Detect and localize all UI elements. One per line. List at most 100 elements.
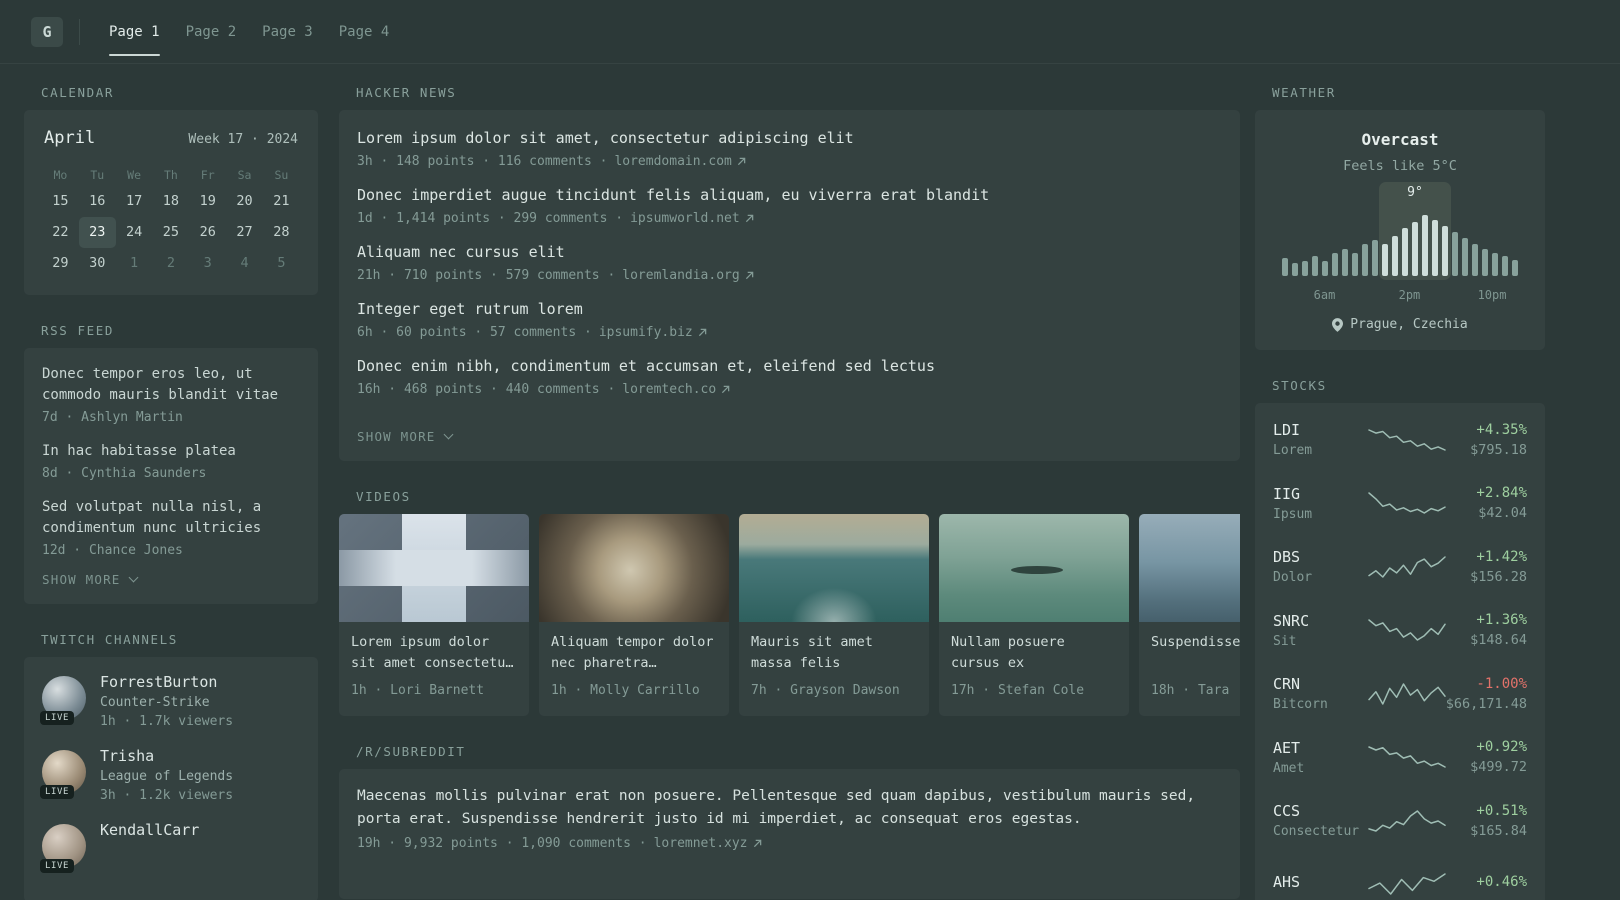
twitch-channel[interactable]: LIVE Trisha League of Legends 3h · 1.2k … bbox=[40, 747, 300, 803]
video-thumbnail[interactable] bbox=[539, 514, 729, 622]
avatar[interactable]: LIVE bbox=[40, 824, 86, 873]
hn-show-more-button[interactable]: SHOW MORE bbox=[357, 429, 453, 444]
video-meta: 1h · Molly Carrillo bbox=[551, 683, 700, 698]
hn-story-domain-link[interactable]: ipsumworld.net bbox=[630, 211, 754, 226]
stock-change: +2.84% bbox=[1476, 485, 1527, 502]
hn-story-meta: 16h · 468 points · 440 comments · loremt… bbox=[357, 382, 1222, 397]
video-card[interactable]: Suspendisse diam 18h · Tara bbox=[1139, 514, 1240, 716]
app-logo[interactable]: G bbox=[31, 16, 63, 47]
channel-name[interactable]: KendallCarr bbox=[100, 821, 199, 839]
stocks-section: STOCKS LDI Lorem +4.35% $795.18 IIG Ipsu… bbox=[1255, 378, 1545, 900]
stock-ticker: SNRC bbox=[1273, 611, 1310, 630]
stocks-section-title: STOCKS bbox=[1272, 378, 1327, 393]
hn-story-domain-link[interactable]: loremdomain.com bbox=[614, 154, 746, 169]
channel-viewers: 3h · 1.2k viewers bbox=[100, 788, 234, 803]
stock-row: AHS +0.46% bbox=[1273, 853, 1527, 900]
tab-page-2[interactable]: Page 2 bbox=[173, 0, 250, 63]
stock-change: -1.00% bbox=[1476, 675, 1527, 692]
stock-ticker: LDI bbox=[1273, 421, 1301, 440]
day-header: Mo bbox=[53, 168, 68, 182]
hn-story-title[interactable]: Integer eget rutrum lorem bbox=[357, 299, 1222, 320]
show-more-label: SHOW MORE bbox=[42, 572, 121, 587]
weather-time-axis: 6am 2pm 10pm bbox=[1282, 288, 1518, 303]
channel-game[interactable]: Counter-Strike bbox=[100, 695, 233, 710]
hn-story-title[interactable]: Donec imperdiet augue tincidunt felis al… bbox=[357, 185, 1222, 206]
channel-name[interactable]: ForrestBurton bbox=[100, 673, 233, 691]
rss-show-more-button[interactable]: SHOW MORE bbox=[42, 572, 138, 587]
channel-name[interactable]: Trisha bbox=[100, 747, 233, 765]
rss-item-title[interactable]: In hac habitasse platea bbox=[42, 441, 300, 462]
calendar-day: 19 bbox=[199, 193, 216, 209]
domain-text: ipsumworld.net bbox=[630, 211, 740, 226]
video-thumbnail[interactable] bbox=[1139, 514, 1240, 622]
video-thumbnail[interactable] bbox=[939, 514, 1129, 622]
stock-row: CCS Consectetur +0.51% $165.84 bbox=[1273, 789, 1527, 853]
video-card[interactable]: Mauris sit amet massa felis 7h · Grayson… bbox=[739, 514, 929, 716]
video-title[interactable]: Lorem ipsum dolor sit amet consectetu… bbox=[351, 632, 517, 674]
hn-story-domain-link[interactable]: loremtech.co bbox=[622, 382, 730, 397]
video-meta: 17h · Stefan Cole bbox=[951, 683, 1085, 698]
stock-ticker: CCS bbox=[1273, 802, 1301, 821]
hn-story-domain-link[interactable]: ipsumify.biz bbox=[599, 325, 707, 340]
video-meta: 1h · Lori Barnett bbox=[351, 683, 485, 698]
hn-story-domain-link[interactable]: loremlandia.org bbox=[622, 268, 753, 283]
calendar-day: 28 bbox=[273, 224, 290, 240]
video-title[interactable]: Suspendisse diam bbox=[1151, 632, 1240, 674]
domain-text: loremlandia.org bbox=[622, 268, 740, 283]
stock-change: +1.42% bbox=[1476, 548, 1527, 565]
external-link-icon bbox=[753, 839, 761, 848]
channel-game[interactable]: League of Legends bbox=[100, 769, 233, 784]
right-column: WEATHER Overcast Feels like 5°C 9° 6am 2… bbox=[1255, 85, 1545, 900]
calendar-day-next-month: 2 bbox=[166, 255, 175, 271]
dashboard: CALENDAR April Week 17 · 2024 Mo Tu We T… bbox=[0, 64, 1620, 900]
stock-sparkline bbox=[1368, 556, 1446, 578]
video-card[interactable]: Nullam posuere cursus ex 17h · Stefan Co… bbox=[939, 514, 1129, 716]
stock-name: Ipsum bbox=[1273, 506, 1313, 522]
external-link-icon bbox=[745, 214, 753, 223]
calendar-day-next-month: 4 bbox=[240, 255, 249, 271]
hn-story-title[interactable]: Lorem ipsum dolor sit amet, consectetur … bbox=[357, 128, 1222, 149]
twitch-channel[interactable]: LIVE ForrestBurton Counter-Strike 1h · 1… bbox=[40, 673, 300, 729]
video-card[interactable]: Aliquam tempor dolor nec pharetra… 1h · … bbox=[539, 514, 729, 716]
subreddit-post-domain-link[interactable]: loremnet.xyz bbox=[654, 836, 762, 851]
top-nav: G Page 1 Page 2 Page 3 Page 4 bbox=[0, 0, 1620, 64]
video-title[interactable]: Nullam posuere cursus ex bbox=[951, 632, 1117, 674]
stock-ticker: AET bbox=[1273, 738, 1301, 757]
calendar-day: 30 bbox=[89, 255, 106, 271]
external-link-icon bbox=[698, 328, 707, 337]
tab-page-3[interactable]: Page 3 bbox=[249, 0, 326, 63]
weather-location-text: Prague, Czechia bbox=[1350, 317, 1468, 332]
tab-page-4[interactable]: Page 4 bbox=[326, 0, 403, 63]
hn-story-stats: 16h · 468 points · 440 comments · bbox=[357, 382, 616, 397]
video-card[interactable]: Lorem ipsum dolor sit amet consectetu… 1… bbox=[339, 514, 529, 716]
stock-price: $66,171.48 bbox=[1445, 695, 1527, 712]
rss-item: In hac habitasse platea 8d · Cynthia Sau… bbox=[42, 441, 300, 481]
stock-name: Bitcorn bbox=[1273, 697, 1328, 713]
video-title[interactable]: Mauris sit amet massa felis bbox=[751, 632, 917, 674]
twitch-channel[interactable]: LIVE KendallCarr bbox=[40, 821, 300, 873]
weather-current-temp: 9° bbox=[1407, 185, 1423, 200]
hacker-news-section: HACKER NEWS Lorem ipsum dolor sit amet, … bbox=[339, 85, 1240, 461]
avatar[interactable]: LIVE bbox=[40, 750, 86, 799]
calendar-section-title: CALENDAR bbox=[41, 85, 115, 100]
video-thumbnail[interactable] bbox=[339, 514, 529, 622]
video-title[interactable]: Aliquam tempor dolor nec pharetra… bbox=[551, 632, 717, 674]
hn-story-stats: 3h · 148 points · 116 comments · bbox=[357, 154, 608, 169]
tab-page-1[interactable]: Page 1 bbox=[96, 0, 173, 63]
hn-story-title[interactable]: Donec enim nibh, condimentum et accumsan… bbox=[357, 356, 1222, 377]
stock-row: CRN Bitcorn -1.00% $66,171.48 bbox=[1273, 662, 1527, 726]
subreddit-post-title[interactable]: Maecenas mollis pulvinar erat non posuer… bbox=[357, 785, 1222, 831]
subreddit-section: /R/SUBREDDIT Maecenas mollis pulvinar er… bbox=[339, 744, 1240, 899]
weather-bars bbox=[1282, 212, 1518, 276]
external-link-icon bbox=[745, 271, 753, 280]
rss-item-title[interactable]: Sed volutpat nulla nisl, a condimentum n… bbox=[42, 497, 300, 539]
avatar[interactable]: LIVE bbox=[40, 676, 86, 725]
stock-row: DBS Dolor +1.42% $156.28 bbox=[1273, 535, 1527, 599]
video-meta: 18h · Tara bbox=[1151, 683, 1230, 698]
stock-row: IIG Ipsum +2.84% $42.04 bbox=[1273, 472, 1527, 536]
stock-price: $156.28 bbox=[1470, 568, 1527, 585]
video-thumbnail[interactable] bbox=[739, 514, 929, 622]
hn-story-title[interactable]: Aliquam nec cursus elit bbox=[357, 242, 1222, 263]
rss-item-title[interactable]: Donec tempor eros leo, ut commodo mauris… bbox=[42, 364, 300, 406]
calendar-day-next-month: 1 bbox=[130, 255, 139, 271]
